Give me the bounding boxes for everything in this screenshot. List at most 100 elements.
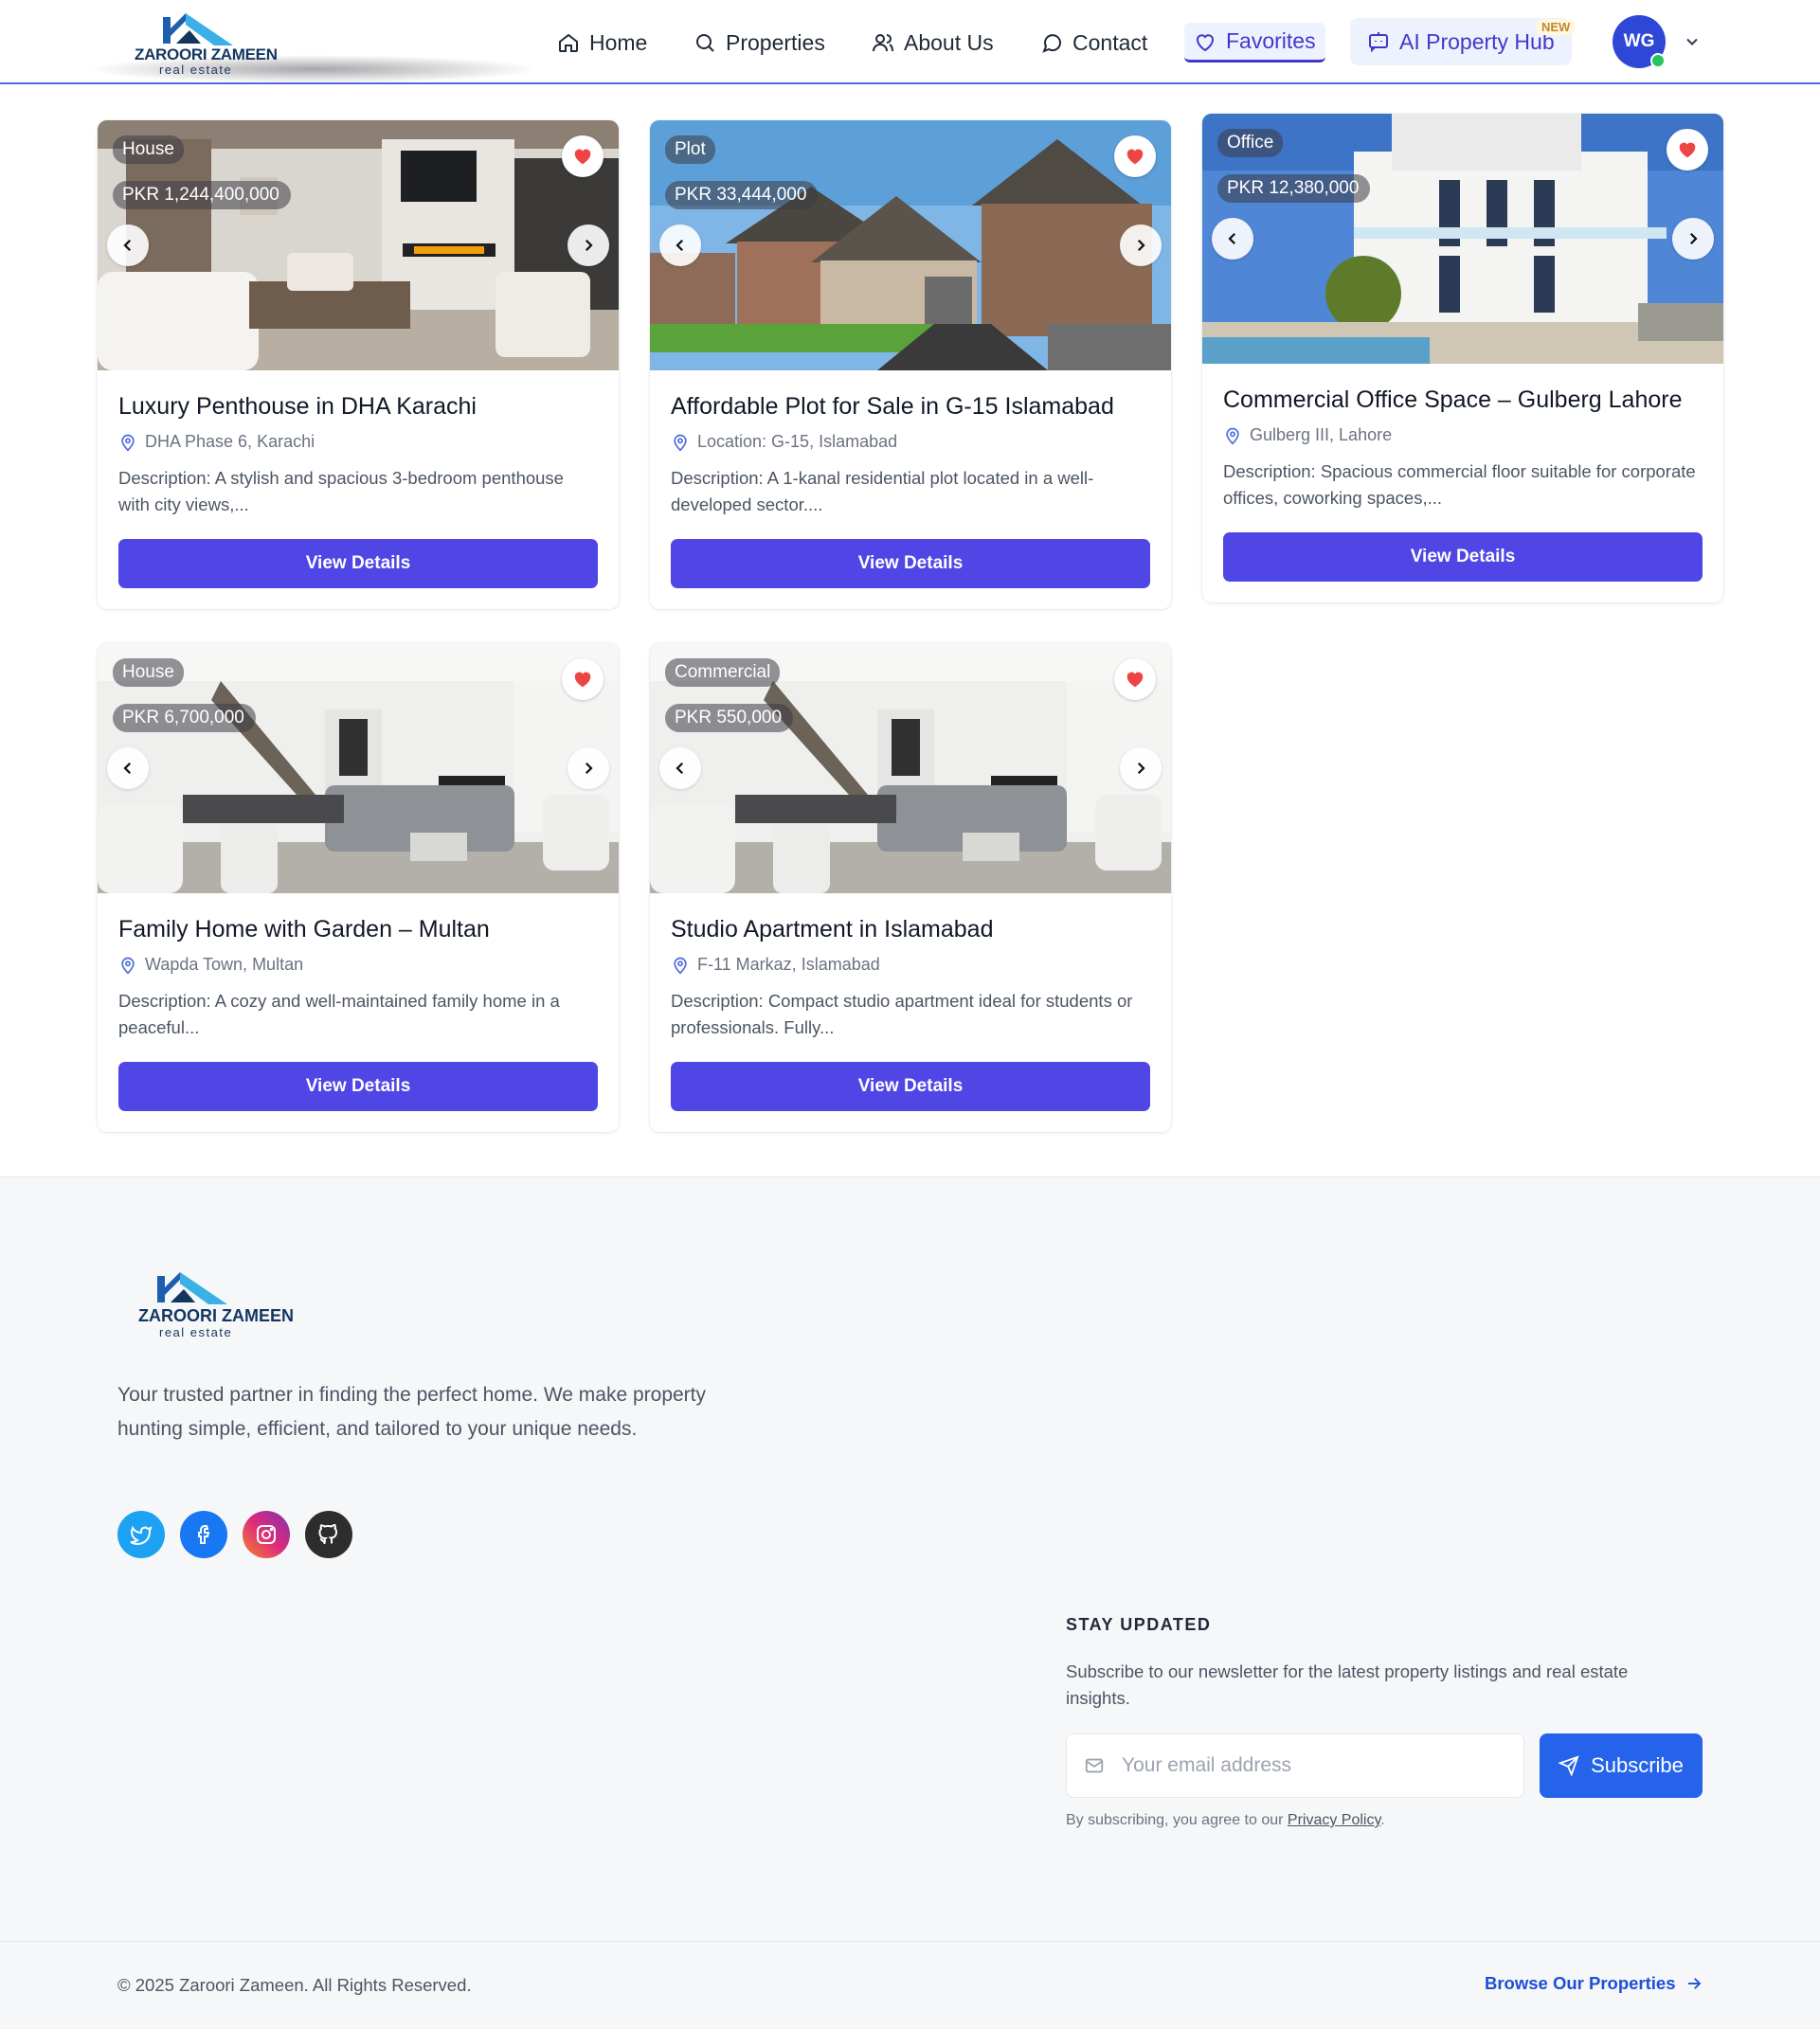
instagram-icon: [257, 1525, 276, 1544]
twitter-link[interactable]: [117, 1511, 165, 1558]
facebook-link[interactable]: [180, 1511, 227, 1558]
privacy-policy-link[interactable]: Privacy Policy: [1288, 1812, 1380, 1828]
property-title: Affordable Plot for Sale in G-15 Islamab…: [671, 393, 1114, 420]
top-navbar: ZAROORI ZAMEEN real estate Home Properti…: [0, 0, 1820, 84]
property-location: Gulberg III, Lahore: [1223, 425, 1703, 445]
property-description: Description: Compact studio apartment id…: [671, 991, 1133, 1037]
heart-filled-icon: [574, 672, 591, 688]
carousel-next-button[interactable]: [568, 747, 609, 789]
property-image-carousel[interactable]: House PKR 1,244,400,000: [98, 120, 619, 370]
heart-filled-icon: [1126, 149, 1144, 165]
favorite-button[interactable]: [562, 135, 604, 177]
chevron-left-icon: [1228, 232, 1236, 245]
nav-home-label: Home: [589, 29, 648, 55]
map-pin-icon: [674, 957, 687, 975]
property-card: House PKR 6,700,000 Family Home with Gar…: [98, 643, 619, 1132]
view-details-button[interactable]: View Details: [1223, 532, 1703, 582]
property-image-carousel[interactable]: Commercial PKR 550,000: [650, 643, 1171, 893]
view-details-button[interactable]: View Details: [671, 539, 1150, 588]
nav-properties-label: Properties: [726, 29, 825, 55]
footer-brand-tagline: real estate: [159, 1325, 233, 1339]
subscribe-label: Subscribe: [1591, 1753, 1684, 1777]
nav-properties[interactable]: Properties: [694, 23, 825, 63]
home-icon: [559, 33, 578, 52]
property-description: Description: A stylish and spacious 3-be…: [118, 468, 564, 514]
chevron-left-icon: [123, 239, 132, 252]
heart-filled-icon: [1126, 672, 1144, 688]
favorite-button[interactable]: [1114, 658, 1156, 700]
property-type-badge: Office: [1217, 129, 1284, 157]
property-card: Office PKR 12,380,000 Commercial Office …: [1202, 114, 1723, 602]
consent-prefix: By subscribing, you agree to our: [1066, 1812, 1288, 1828]
subscribe-button[interactable]: Subscribe: [1540, 1733, 1703, 1798]
chevron-left-icon: [676, 239, 684, 252]
property-price-badge: PKR 550,000: [665, 704, 794, 732]
property-description: Description: A 1-kanal residential plot …: [671, 468, 1094, 514]
property-image-carousel[interactable]: Plot PKR 33,444,000: [650, 120, 1171, 370]
property-price-badge: PKR 12,380,000: [1217, 174, 1371, 203]
property-price-badge: PKR 6,700,000: [113, 704, 256, 732]
carousel-next-button[interactable]: [1120, 747, 1162, 789]
favorite-button[interactable]: [562, 658, 604, 700]
property-location-text: Wapda Town, Multan: [145, 955, 304, 974]
property-title: Commercial Office Space – Gulberg Lahore: [1223, 386, 1683, 413]
bot-message-icon: [1369, 32, 1388, 53]
property-type-badge: House: [113, 658, 184, 687]
view-details-button[interactable]: View Details: [671, 1062, 1150, 1111]
carousel-prev-button[interactable]: [107, 747, 149, 789]
heart-filled-icon: [1679, 142, 1696, 158]
property-location: Wapda Town, Multan: [118, 955, 598, 975]
property-location-text: Gulberg III, Lahore: [1250, 425, 1393, 444]
carousel-next-button[interactable]: [1120, 224, 1162, 266]
chevron-right-icon: [1137, 239, 1145, 252]
heart-outline-icon: [1197, 33, 1214, 51]
github-link[interactable]: [305, 1511, 352, 1558]
chevron-right-icon: [585, 239, 593, 252]
carousel-next-button[interactable]: [568, 224, 609, 266]
browse-properties-link[interactable]: Browse Our Properties: [1485, 1973, 1703, 1994]
carousel-next-button[interactable]: [1672, 218, 1714, 260]
instagram-link[interactable]: [243, 1511, 290, 1558]
nav-contact-label: Contact: [1072, 29, 1148, 55]
property-card-body: Affordable Plot for Sale in G-15 Islamab…: [650, 370, 1171, 609]
view-details-button[interactable]: View Details: [118, 539, 598, 588]
newsletter-email-field[interactable]: Your email address: [1066, 1733, 1524, 1798]
nav-ai-label: AI Property Hub: [1399, 28, 1555, 54]
nav-home[interactable]: Home: [557, 23, 647, 63]
newsletter-consent: By subscribing, you agree to our Privacy…: [1066, 1812, 1385, 1829]
property-photo: [650, 120, 1171, 370]
footer-brand-logo[interactable]: ZAROORI ZAMEEN real estate: [135, 1263, 294, 1348]
property-description: Description: A cozy and well-maintained …: [118, 991, 560, 1037]
github-icon: [318, 1523, 338, 1544]
view-details-button[interactable]: View Details: [118, 1062, 598, 1111]
chevron-left-icon: [676, 762, 684, 775]
map-pin-icon: [1226, 427, 1239, 445]
mail-icon: [1085, 1758, 1104, 1773]
twitter-icon: [130, 1525, 153, 1545]
new-badge: NEW: [1537, 19, 1576, 35]
property-location-text: DHA Phase 6, Karachi: [145, 432, 315, 451]
carousel-prev-button[interactable]: [659, 747, 701, 789]
message-icon: [1042, 34, 1062, 53]
favorite-button[interactable]: [1114, 135, 1156, 177]
blurred-section-title: [87, 55, 542, 83]
property-title: Studio Apartment in Islamabad: [671, 916, 994, 943]
nav-contact[interactable]: Contact: [1040, 23, 1147, 63]
footer-divider: [0, 1941, 1820, 1942]
property-title: Family Home with Garden – Multan: [118, 916, 490, 943]
favorite-button[interactable]: [1667, 129, 1708, 171]
property-image-carousel[interactable]: House PKR 6,700,000: [98, 643, 619, 893]
property-location: F-11 Markaz, Islamabad: [671, 955, 1150, 975]
nav-about[interactable]: About Us: [872, 23, 994, 63]
chevron-down-icon[interactable]: [1683, 32, 1702, 51]
browse-properties-label: Browse Our Properties: [1485, 1973, 1676, 1993]
carousel-prev-button[interactable]: [107, 224, 149, 266]
consent-suffix: .: [1380, 1812, 1385, 1828]
carousel-prev-button[interactable]: [1212, 218, 1253, 260]
footer-brand-name: ZAROORI ZAMEEN: [138, 1306, 294, 1325]
nav-favorites[interactable]: Favorites: [1184, 23, 1325, 63]
property-image-carousel[interactable]: Office PKR 12,380,000: [1202, 114, 1723, 364]
logo-house-icon: [157, 1272, 227, 1304]
property-type-badge: House: [113, 135, 184, 164]
carousel-prev-button[interactable]: [659, 224, 701, 266]
